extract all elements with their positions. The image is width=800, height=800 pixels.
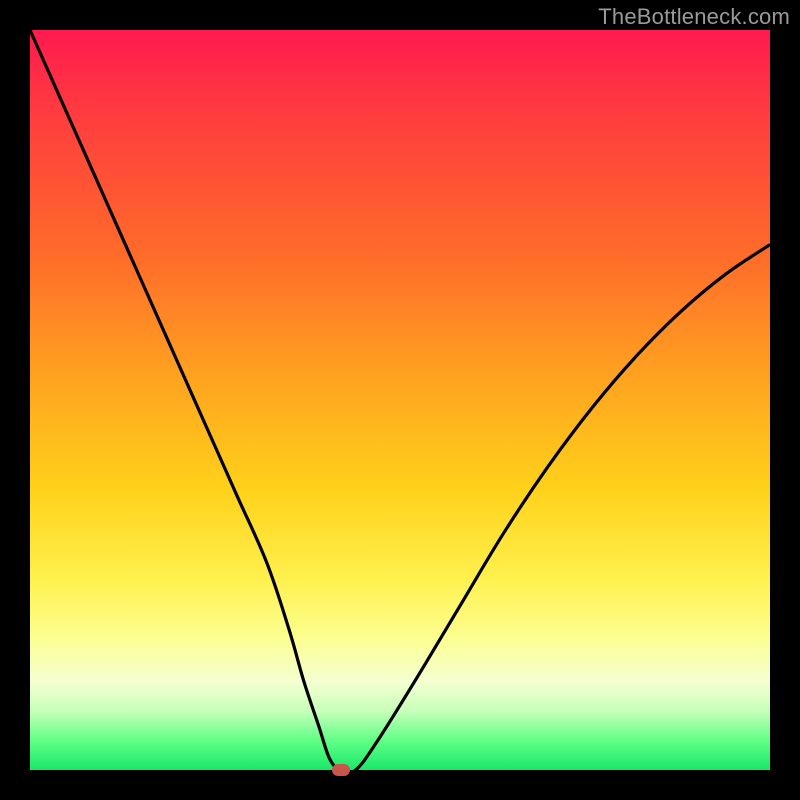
optimum-marker [332, 764, 350, 776]
watermark-text: TheBottleneck.com [598, 4, 790, 30]
chart-frame: TheBottleneck.com [0, 0, 800, 800]
plot-area [30, 30, 770, 770]
curve-svg [30, 30, 770, 770]
bottleneck-curve-path [30, 30, 770, 773]
